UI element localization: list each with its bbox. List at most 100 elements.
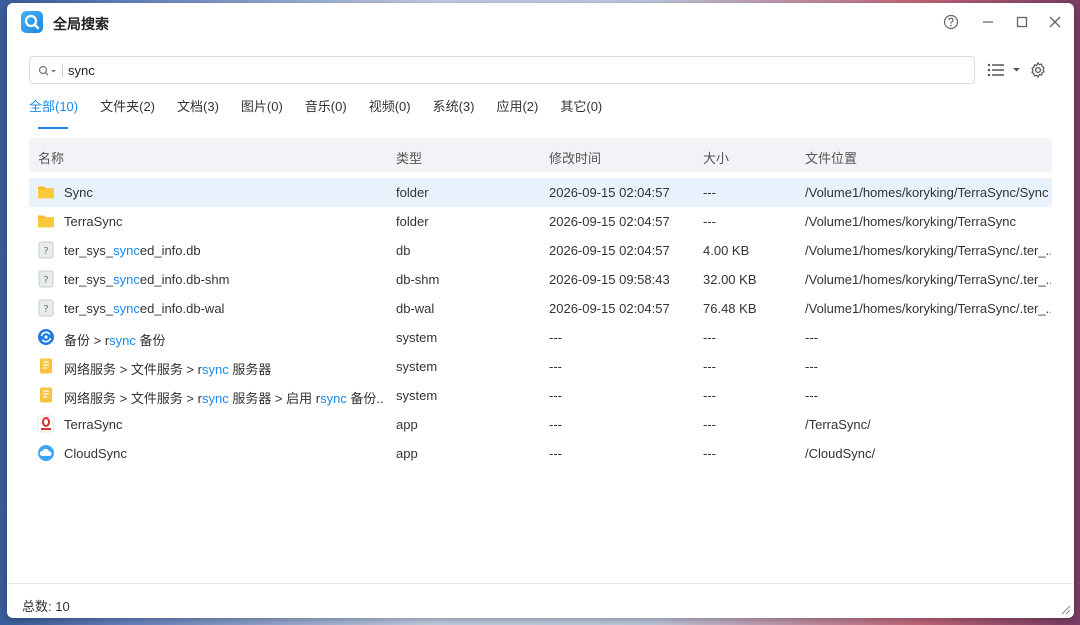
modified-time: --- [549, 330, 562, 345]
view-mode-button[interactable] [987, 63, 1027, 77]
search-input[interactable] [68, 61, 948, 80]
search-options-icon[interactable] [38, 64, 58, 78]
match-highlight: sync [113, 301, 140, 316]
table-row[interactable]: 网络服务 > 文件服务 > rsync 服务器 > 启用 rsync 备份...… [29, 381, 1052, 410]
tab-folders[interactable]: 文件夹(2) [100, 99, 155, 129]
column-header-location[interactable]: 文件位置 [805, 148, 857, 167]
name-text: ter_sys_ [64, 272, 114, 287]
file-location: --- [805, 359, 818, 374]
file-name: Sync [64, 185, 384, 200]
total-count: 总数: 10 [22, 599, 70, 614]
match-highlight: sync [113, 243, 140, 258]
tab-videos[interactable]: 视频(0) [369, 99, 411, 129]
folder-icon [37, 212, 55, 230]
help-icon[interactable] [942, 13, 960, 31]
file-name: TerraSync [64, 417, 384, 432]
close-icon[interactable] [1046, 13, 1064, 31]
file-type: system [396, 330, 438, 345]
table-row[interactable]: CloudSync app --- --- /CloudSync/ [29, 439, 1052, 468]
modified-time: 2026-09-15 02:04:57 [549, 214, 670, 229]
column-header-modified[interactable]: 修改时间 [549, 148, 601, 167]
match-highlight: sync [113, 272, 140, 287]
file-size: --- [703, 446, 716, 461]
tab-documents[interactable]: 文档(3) [177, 99, 219, 129]
maximize-icon[interactable] [1013, 13, 1031, 31]
file-location: /Volume1/homes/koryking/TerraSync/.ter_.… [805, 272, 1051, 287]
file-name: 网络服务 > 文件服务 > rsync 服务器 > 启用 rsync 备份... [64, 388, 384, 407]
settings-file-icon [37, 386, 55, 404]
file-size: 4.00 KB [703, 243, 750, 258]
status-bar: 总数: 10 [7, 583, 1074, 618]
file-name: ter_sys_synced_info.db-wal [64, 301, 384, 316]
name-text: ter_sys_ [64, 243, 114, 258]
name-text: TerraSync [64, 214, 123, 229]
table-row[interactable]: ? ter_sys_synced_info.db-wal db-wal 2026-09… [29, 294, 1052, 323]
svg-text:?: ? [43, 246, 48, 257]
results-list: Sync folder 2026-09-15 02:04:57 --- /Volume1… [29, 178, 1052, 468]
terrasync-app-icon [37, 415, 55, 433]
tab-system[interactable]: 系统(3) [433, 99, 475, 129]
name-text: 服务器 [228, 362, 272, 377]
tab-all[interactable]: 全部(10) [29, 99, 78, 129]
minimize-icon[interactable] [979, 13, 997, 31]
table-row[interactable]: 备份 > rsync 备份 system --- --- --- [29, 323, 1052, 352]
file-name: 备份 > rsync 备份 [64, 330, 384, 349]
search-divider [62, 64, 63, 77]
modified-time: 2026-09-15 09:58:43 [549, 272, 670, 287]
name-text: Sync [64, 185, 93, 200]
gear-icon[interactable] [1029, 61, 1047, 79]
name-text: 网络服务 > 文件服务 > r [64, 391, 202, 406]
modified-time: --- [549, 388, 562, 403]
modified-time: 2026-09-15 02:04:57 [549, 243, 670, 258]
column-header-type[interactable]: 类型 [396, 148, 422, 167]
table-row[interactable]: TerraSync app --- --- /TerraSync/ [29, 410, 1052, 439]
folder-icon [37, 183, 55, 201]
file-name: CloudSync [64, 446, 384, 461]
file-location: /Volume1/homes/koryking/TerraSync/.ter_.… [805, 243, 1051, 258]
modified-time: 2026-09-15 02:04:57 [549, 301, 670, 316]
match-highlight: sync [201, 362, 229, 377]
file-location: /Volume1/homes/koryking/TerraSync/Sync [805, 185, 1049, 200]
table-row[interactable]: TerraSync folder 2026-09-15 02:04:57 --- /Vo… [29, 207, 1052, 236]
modified-time: --- [549, 417, 562, 432]
name-text: 网络服务 > 文件服务 > r [64, 362, 202, 377]
file-size: 76.48 KB [703, 301, 757, 316]
table-row[interactable]: ? ter_sys_synced_info.db db 2026-09-15 02:0… [29, 236, 1052, 265]
window-title: 全局搜索 [53, 16, 109, 32]
name-text: CloudSync [64, 446, 127, 461]
backup-icon [37, 328, 55, 346]
modified-time: 2026-09-15 02:04:57 [549, 185, 670, 200]
file-location: --- [805, 388, 818, 403]
file-location: /TerraSync/ [805, 417, 871, 432]
modified-time: --- [549, 359, 562, 374]
file-location: /Volume1/homes/koryking/TerraSync/.ter_.… [805, 301, 1051, 316]
name-text: 备份 [135, 333, 166, 348]
table-row[interactable]: 网络服务 > 文件服务 > rsync 服务器 system --- --- --- [29, 352, 1052, 381]
table-row[interactable]: Sync folder 2026-09-15 02:04:57 --- /Volume1… [29, 178, 1052, 207]
column-header-name[interactable]: 名称 [38, 148, 64, 167]
tab-apps[interactable]: 应用(2) [496, 99, 538, 129]
name-text: 服务器 > 启用 r [228, 391, 321, 406]
file-name: ter_sys_synced_info.db-shm [64, 272, 384, 287]
file-size: --- [703, 417, 716, 432]
column-header-size[interactable]: 大小 [703, 148, 729, 167]
svg-text:?: ? [43, 275, 48, 286]
search-window: 全局搜索 全部(10) [7, 3, 1074, 618]
file-location: /CloudSync/ [805, 446, 876, 461]
tab-other[interactable]: 其它(0) [560, 99, 602, 129]
file-type: db [396, 243, 411, 258]
watermark: 值 什么值得买 [953, 597, 1060, 616]
file-size: --- [703, 214, 716, 229]
title-bar[interactable]: 全局搜索 [7, 3, 1074, 41]
table-row[interactable]: ? ter_sys_synced_info.db-shm db-shm 2026-09… [29, 265, 1052, 294]
category-tabs: 全部(10) 文件夹(2) 文档(3) 图片(0) 音乐(0) 视频(0) 系统… [29, 99, 624, 129]
file-location: /Volume1/homes/koryking/TerraSync [805, 214, 1016, 229]
name-text: ed_info.db-shm [139, 272, 230, 287]
resize-grip-icon[interactable] [1059, 603, 1071, 615]
tab-images[interactable]: 图片(0) [241, 99, 283, 129]
match-highlight: sync [320, 391, 347, 406]
name-text: ed_info.db-wal [139, 301, 225, 316]
file-size: 32.00 KB [703, 272, 757, 287]
svg-text:?: ? [43, 304, 48, 315]
tab-music[interactable]: 音乐(0) [305, 99, 347, 129]
